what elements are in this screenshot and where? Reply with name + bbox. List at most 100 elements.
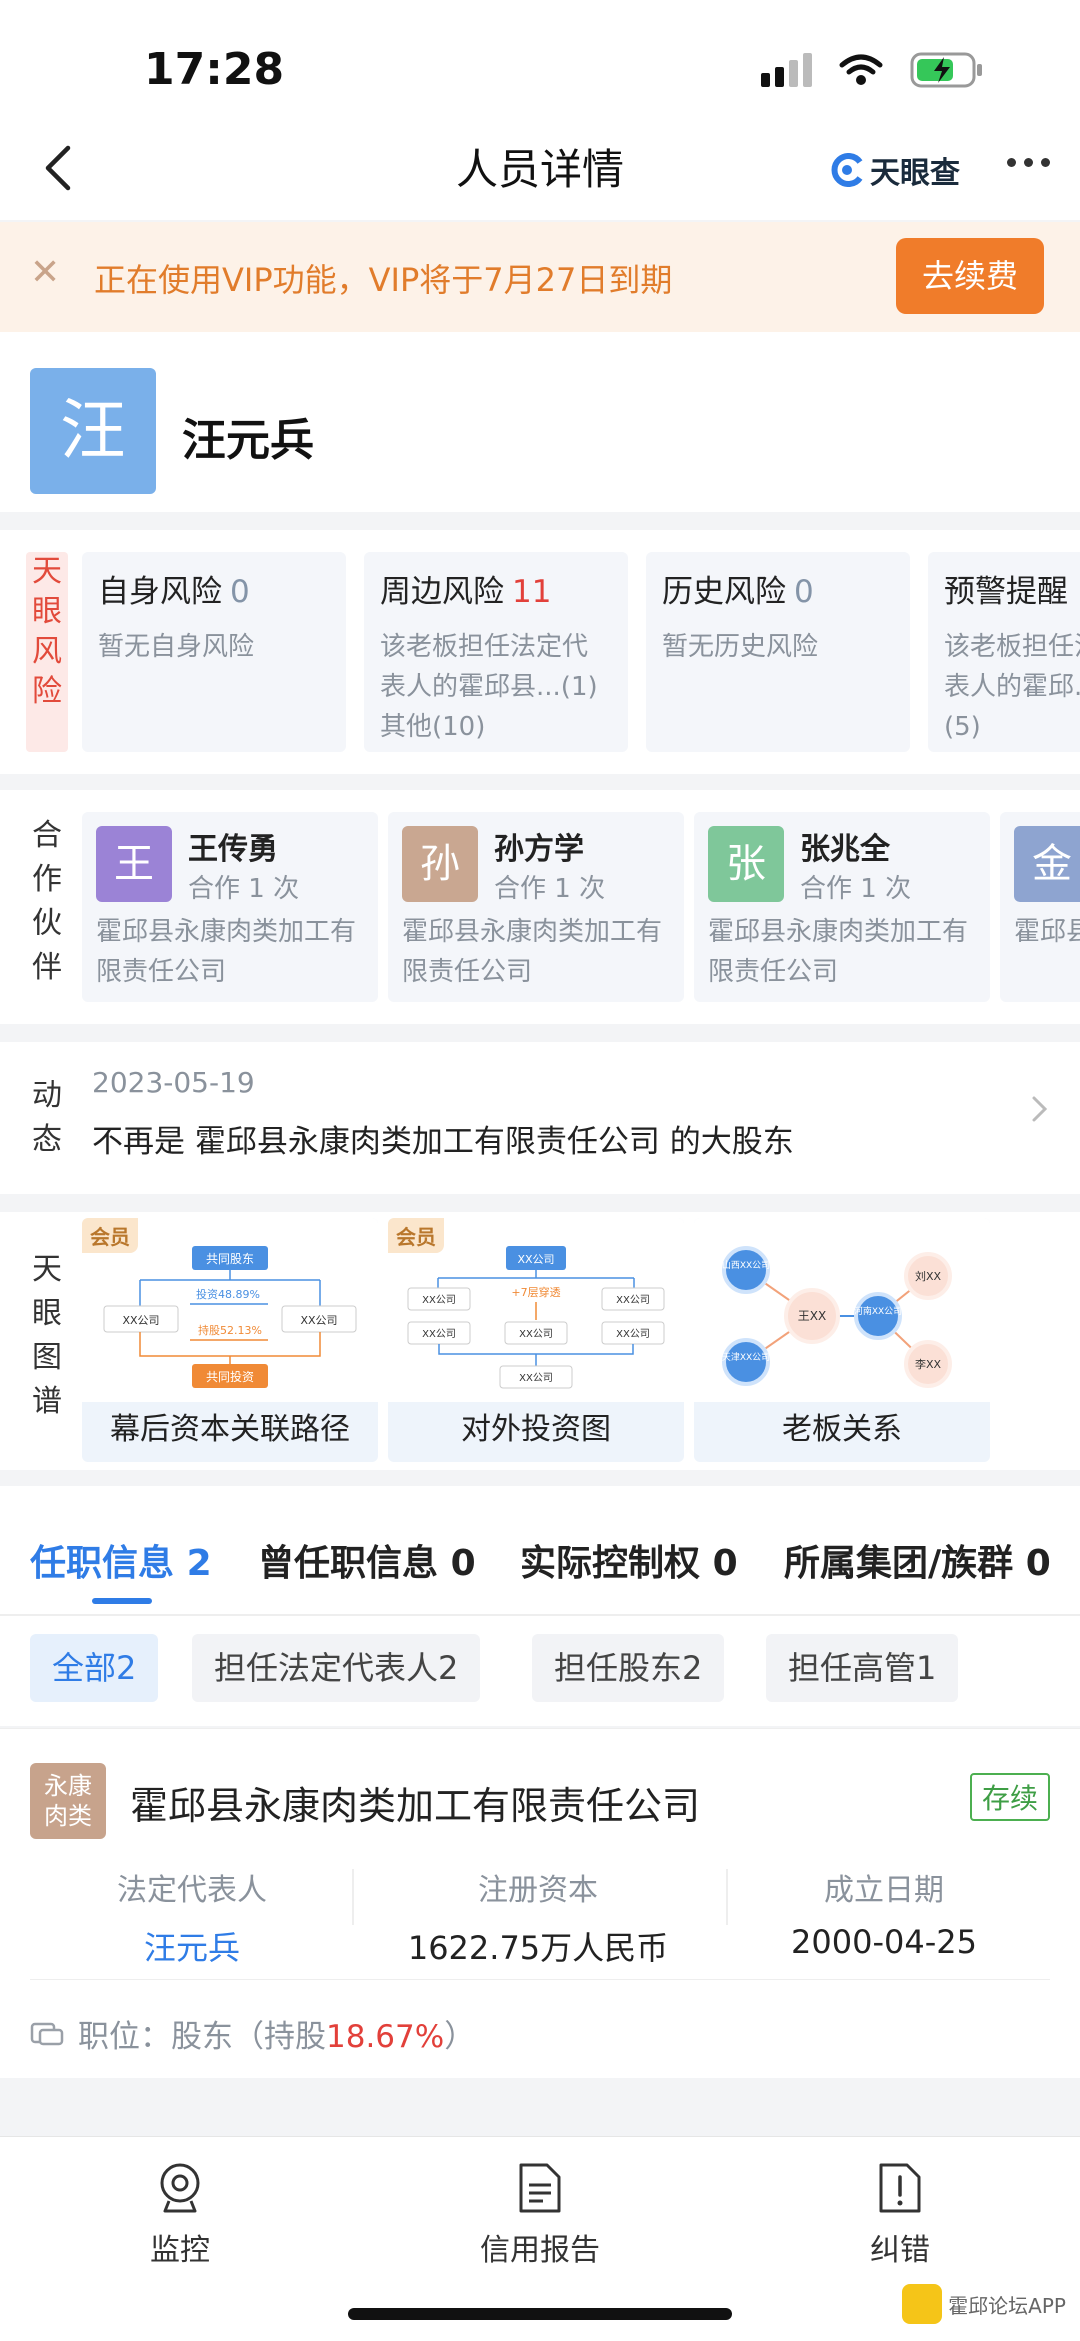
close-icon[interactable]: ✕ [30, 252, 60, 293]
partners-section-label: 合作伙伴 [32, 818, 62, 985]
dynamics-date: 2023-05-19 [92, 1066, 255, 1099]
watermark-text: 霍邱论坛APP [948, 2293, 1066, 2318]
risk-title: 历史风险 [662, 574, 786, 610]
node-wang: 王XX [798, 1309, 826, 1323]
status-badge: 存续 [969, 1773, 1050, 1821]
tianyancha-logo: 天眼查 [830, 148, 960, 192]
dynamics-section-label: 动态 [32, 1078, 62, 1157]
tab-count: 0 [1025, 1543, 1051, 1584]
partner-name: 王传勇 [188, 832, 278, 867]
graph-section-label: 天眼图谱 [32, 1252, 62, 1419]
vip-expiry-banner: ✕ 正在使用VIP功能，VIP将于7月27日到期 去续费 [0, 222, 1080, 332]
risk-card-self[interactable]: 自身风险 0 暂无自身风险 [82, 552, 346, 752]
cellular-signal-icon [761, 53, 812, 87]
monitor-button[interactable]: 监控 [80, 2161, 280, 2269]
node-tianjin: 天津XX公司 [722, 1352, 770, 1363]
company-name[interactable]: 霍邱县永康肉类加工有限责任公司 [130, 1775, 700, 1830]
partner-card[interactable]: 张 张兆全 合作 1 次 霍邱县永康肉类加工有限责任公司 [694, 812, 990, 1002]
company-card[interactable]: 永康 肉类 霍邱县永康肉类加工有限责任公司 存续 法定代表人 汪元兵 注册资本 … [0, 1728, 1080, 2078]
tianyancha-eye-icon [831, 153, 863, 187]
node-liu: 刘XX [915, 1270, 942, 1283]
node-cell: XX公司 [422, 1295, 456, 1306]
tab-former-positions[interactable]: 曾任职信息 0 [258, 1534, 476, 1586]
risk-card-warning[interactable]: 预警提醒 该老板担任法定代表人的霍邱... 其他(5) [928, 552, 1080, 752]
brand-name: 天眼查 [870, 156, 960, 191]
graph-section: 天眼图谱 会员 共同股东 投资48.89% XX公司 XX公司 持股52.13%… [0, 1212, 1080, 1470]
risk-title: 自身风险 [98, 574, 222, 610]
graph-card-investment[interactable]: 会员 XX公司 +7层穿透 XX公司 XX公司 XX公司 XX公司 XX公司 X… [388, 1218, 684, 1462]
legal-rep-link[interactable]: 汪元兵 [32, 1923, 352, 1969]
credit-report-button[interactable]: 信用报告 [440, 2161, 640, 2269]
filter-chip-executive[interactable]: 担任高管1 [766, 1634, 959, 1702]
filter-chip-legal-rep[interactable]: 担任法定代表人2 [192, 1634, 481, 1702]
tab-count: 0 [450, 1543, 476, 1584]
partner-coop-count: 合作 1 次 [800, 874, 912, 904]
partner-coop-count: 合作 1 次 [188, 874, 300, 904]
tab-current-positions[interactable]: 任职信息 2 [30, 1534, 212, 1586]
node-left: XX公司 [122, 1314, 159, 1327]
navigation-bar: 人员详情 天眼查 [0, 110, 1080, 220]
risk-card-surrounding[interactable]: 周边风险 11 该老板担任法定代表人的霍邱县...(1) 其他(10) [364, 552, 628, 752]
member-badge: 会员 [388, 1218, 444, 1253]
share-percentage: 18.67% [326, 2019, 445, 2055]
partner-avatar: 王 [96, 826, 172, 902]
founded-label: 成立日期 [824, 1873, 944, 1908]
company-logo: 永康 肉类 [30, 1763, 106, 1839]
partner-card[interactable]: 金 霍邱县有限责 [1000, 812, 1080, 1002]
legal-rep-info: 法定代表人 汪元兵 [32, 1865, 352, 1969]
node-li: 李XX [915, 1357, 942, 1371]
wifi-icon [839, 54, 883, 85]
partner-company: 霍邱县永康肉类加工有限责任公司 [96, 917, 357, 987]
partner-name: 张兆全 [800, 832, 890, 867]
partner-card[interactable]: 王 王传勇 合作 1 次 霍邱县永康肉类加工有限责任公司 [82, 812, 378, 1002]
filter-chips: 全部2 担任法定代表人2 担任股东2 担任高管1 [0, 1616, 1080, 1726]
more-options-icon[interactable] [1007, 158, 1050, 167]
founded-info: 成立日期 2000-04-25 [724, 1865, 1044, 1961]
partner-coop-count: 合作 1 次 [494, 874, 606, 904]
tab-label: 任职信息 [30, 1543, 175, 1584]
risk-card-history[interactable]: 历史风险 0 暂无历史风险 [646, 552, 910, 752]
company-logo-line: 肉类 [44, 1802, 92, 1830]
renew-vip-button[interactable]: 去续费 [896, 238, 1044, 314]
risk-count: 0 [794, 574, 814, 610]
graph-card-capital-path[interactable]: 会员 共同股东 投资48.89% XX公司 XX公司 持股52.13% 共同投资… [82, 1218, 378, 1462]
filter-chip-all[interactable]: 全部2 [30, 1634, 159, 1702]
dynamics-section[interactable]: 动态 2023-05-19 不再是 霍邱县永康肉类加工有限责任公司 的大股东 [0, 1042, 1080, 1194]
node-cell: XX公司 [519, 1329, 553, 1340]
position-icon [30, 2022, 64, 2045]
node-cell: XX公司 [422, 1329, 456, 1340]
edge-hold: 持股52.13% [198, 1323, 262, 1337]
partner-card[interactable]: 孙 孙方学 合作 1 次 霍邱县永康肉类加工有限责任公司 [388, 812, 684, 1002]
partner-company: 霍邱县永康肉类加工有限责任公司 [708, 917, 969, 987]
home-indicator [348, 2308, 732, 2320]
monitor-label: 监控 [150, 2233, 210, 2268]
person-header: 汪 汪元兵 [0, 332, 1080, 512]
forum-logo-icon [902, 2284, 943, 2324]
report-error-button[interactable]: 纠错 [800, 2161, 1000, 2269]
graph-card-title: 幕后资本关联路径 [110, 1412, 350, 1447]
boss-relation-diagram: 山西XX公司 王XX 河南XX公司 刘XX 天津XX公司 李XX [694, 1218, 990, 1402]
partner-name: 孙方学 [494, 832, 584, 867]
partner-avatar: 孙 [402, 826, 478, 902]
risk-section-label: 天眼风险 [26, 552, 68, 752]
node-invest: 共同投资 [206, 1369, 254, 1384]
position-row: 职位：股东（持股18.67%） [30, 2011, 475, 2056]
node-cell: XX公司 [616, 1295, 650, 1306]
tab-group[interactable]: 所属集团/族群 0 [784, 1534, 1051, 1586]
founded-value: 2000-04-25 [791, 1923, 977, 1961]
tab-actual-control[interactable]: 实际控制权 0 [520, 1534, 738, 1586]
node-henan: 河南XX公司 [854, 1305, 902, 1317]
position-text: 职位：股东（持股 [78, 2019, 326, 2055]
tab-count: 2 [186, 1543, 212, 1584]
tab-label: 实际控制权 [520, 1543, 701, 1584]
warning-doc-icon [879, 2163, 921, 2213]
graph-card-boss-relations[interactable]: 山西XX公司 王XX 河南XX公司 刘XX 天津XX公司 李XX 老板关系 [694, 1218, 990, 1462]
report-error-label: 纠错 [870, 2233, 930, 2268]
person-name: 汪元兵 [182, 415, 314, 466]
filter-chip-shareholder[interactable]: 担任股东2 [532, 1634, 725, 1702]
risk-desc: 暂无自身风险 [98, 632, 255, 662]
capital-label: 注册资本 [478, 1873, 598, 1908]
capital-value: 1622.75万人民币 [407, 1929, 669, 1967]
node-top: XX公司 [517, 1253, 554, 1266]
vip-expiry-text: 正在使用VIP功能，VIP将于7月27日到期 [94, 261, 673, 299]
